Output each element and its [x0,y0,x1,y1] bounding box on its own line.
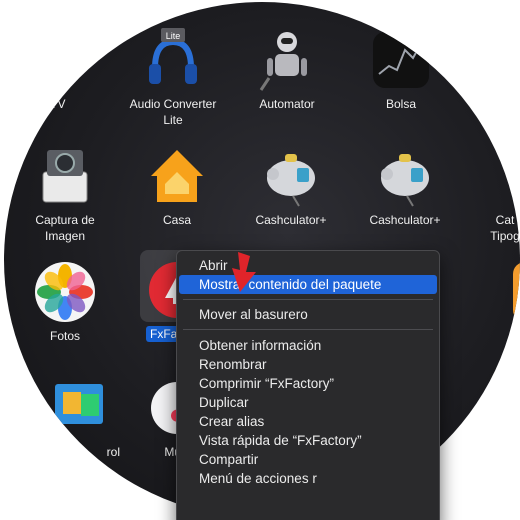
menu-item-abrir[interactable]: Abrir [179,256,437,275]
house-icon [145,144,209,208]
app-catalogo-tipografias[interactable]: Cat Tipog [450,144,520,244]
app-label: Bolsa [385,97,417,111]
menu-item-obtener-informacion[interactable]: Obtener información [179,336,437,355]
app-control[interactable]: rol [18,376,128,460]
orange-app-icon [473,260,520,324]
menu-item-duplicar[interactable]: Duplicar [179,393,437,412]
app-label: Fotos [49,329,80,343]
app-cashculator-2[interactable]: Cashculator+ [350,144,460,228]
app-bolsa[interactable]: Bolsa [346,28,456,112]
menu-item-compartir[interactable]: Compartir [179,450,437,469]
app-label: Captura de Imagen [35,213,95,243]
app-cashculator-1[interactable]: Cashculator+ [236,144,346,228]
app-audio-converter[interactable]: Lite Audio Converter Lite [118,28,228,128]
menu-item-vista-rapida[interactable]: Vista rápida de “FxFactory” [179,431,437,450]
tv-icon [21,28,85,92]
app-label: rol [106,445,120,459]
menu-separator [183,329,433,330]
app-label: L [450,328,520,344]
app-label: Cat Tipog [490,213,520,243]
app-automator[interactable]: Automator [232,28,342,112]
menu-item-comprimir[interactable]: Comprimir “FxFactory” [179,374,437,393]
app-right-edge[interactable]: L [450,260,520,344]
app-label: Cashculator+ [369,213,441,227]
font-book-icon [473,144,520,208]
menu-item-crear-alias[interactable]: Crear alias [179,412,437,431]
robot-icon [255,28,319,92]
app-label: e TV [40,97,66,111]
menu-separator [183,299,433,300]
app-fotos[interactable]: Fotos [10,260,120,344]
app-tv[interactable]: e TV [4,28,108,112]
headphones-icon: Lite [141,28,205,92]
piggy-bank-icon [373,144,437,208]
app-label: Automator [259,97,315,111]
app-label: Audio Converter Lite [129,97,217,127]
app-label: Cashculator+ [255,213,327,227]
control-panel-icon [41,376,105,440]
app-casa[interactable]: Casa [122,144,232,228]
launchpad-screenshot: e TV Lite Audio Converter Lite Automator… [0,0,520,520]
context-menu: Abrir Mostrar contenido del paquete Move… [176,250,440,520]
menu-item-mover-basurero[interactable]: Mover al basurero [179,305,437,324]
app-captura-imagen[interactable]: Captura de Imagen [10,144,120,244]
app-label: Casa [162,213,191,227]
menu-item-mostrar-contenido[interactable]: Mostrar contenido del paquete [179,275,437,294]
photos-flower-icon [33,260,97,324]
badge-text: Lite [166,31,181,41]
menu-item-renombrar[interactable]: Renombrar [179,355,437,374]
piggy-bank-icon [259,144,323,208]
menu-item-acciones-rapidas[interactable]: Menú de acciones r [179,469,437,488]
stocks-chart-icon [369,28,433,92]
camera-icon [33,144,97,208]
red-down-arrow-icon [232,252,256,292]
